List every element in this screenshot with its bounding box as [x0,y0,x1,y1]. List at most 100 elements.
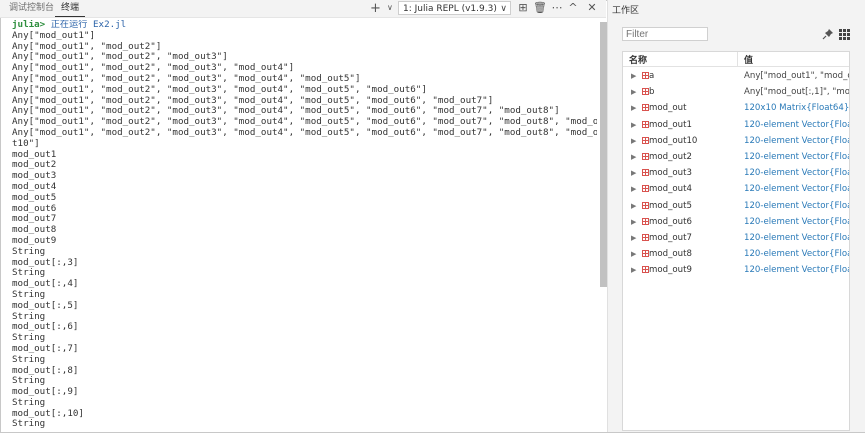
workspace-table: 名称 值 ▶ a Any["mod_out1", "mod_ou... ▶ b Any["… [622,51,850,431]
variable-value[interactable]: 120-element Vector{Float6... [744,214,849,230]
more-icon[interactable]: ⋯ [550,1,564,15]
terminal-output[interactable]: julia> 正在运行 Ex2.jl Any["mod_out1"] Any["m… [12,20,597,432]
tab-terminal[interactable]: 终端 [55,0,86,17]
table-row[interactable]: ▶ mod_out1 120-element Vector{Float6... [623,117,849,133]
terminal-line: mod_out7 [12,213,57,225]
terminal-line: String [12,288,46,300]
table-row[interactable]: ▶ mod_out9 120-element Vector{Float6... [623,262,849,278]
chevron-right-icon[interactable]: ▶ [631,214,636,230]
variable-value[interactable]: 120-element Vector{Float6... [744,198,849,214]
chevron-right-icon[interactable]: ▶ [631,262,636,278]
terminal-line: Any["mod_out1", "mod_out2", "mod_out3", … [12,83,427,95]
chevron-down-icon: ∨ [500,4,507,14]
variable-icon [642,120,649,128]
terminal-line: mod_out[:,7] [12,342,79,354]
terminal-line: String [12,375,46,387]
variable-icon [642,104,649,112]
table-row[interactable]: ▶ mod_out7 120-element Vector{Float6... [623,230,849,246]
chevron-right-icon[interactable]: ▶ [631,165,636,181]
chevron-right-icon[interactable]: ▶ [631,100,636,116]
variable-value[interactable]: 120-element Vector{Float6... [744,181,849,197]
filter-input[interactable] [622,27,708,41]
variable-value[interactable]: 120x10 Matrix{Float64} [744,100,849,116]
tab-debug-console[interactable]: 调试控制台 [3,0,60,17]
terminal-line: mod_out8 [12,224,57,236]
table-row[interactable]: ▶ mod_out5 120-element Vector{Float6... [623,198,849,214]
table-row[interactable]: ▶ mod_out10 120-element Vector{Float6... [623,133,849,149]
terminal-select-value: 1: Julia REPL (v1.9.3) [403,4,497,14]
variable-name: mod_out3 [649,168,692,179]
close-icon[interactable]: ✕ [585,1,599,15]
panel-tab-bar: 调试控制台 终端 + ∨ 1: Julia REPL (v1.9.3) ∨ ⊞ … [0,0,606,18]
terminal-line: t10"] [12,137,40,149]
variable-name: a [649,71,655,81]
terminal-line: String [12,396,46,408]
chevron-up-icon[interactable]: ^ [566,1,580,15]
terminal-line: String [12,245,46,257]
variable-name: mod_out [649,103,687,114]
column-divider[interactable] [737,52,738,66]
variable-value[interactable]: 120-element Vector{Float6... [744,262,849,278]
variable-name: mod_out6 [649,216,692,227]
terminal-line: mod_out9 [12,234,57,246]
chevron-right-icon[interactable]: ▶ [631,68,636,84]
variable-icon [642,201,649,209]
table-row[interactable]: ▶ mod_out2 120-element Vector{Float6... [623,149,849,165]
variable-icon [642,217,649,225]
terminal-line: String [12,332,46,344]
terminal-select[interactable]: 1: Julia REPL (v1.9.3) ∨ [398,1,511,15]
terminal-line: mod_out[:,4] [12,278,79,290]
table-row[interactable]: ▶ mod_out3 120-element Vector{Float6... [623,165,849,181]
variable-icon [642,153,649,160]
chevron-right-icon[interactable]: ▶ [631,133,636,149]
terminal-scrollbar[interactable] [600,22,607,287]
terminal-line: mod_out3 [12,170,57,182]
column-header-name[interactable]: 名称 [629,53,647,66]
chevron-right-icon[interactable]: ▶ [631,181,636,197]
chevron-right-icon[interactable]: ▶ [631,230,636,246]
terminal-line: mod_out2 [12,159,57,171]
panel-title: 工作区 [612,6,640,16]
terminal-line: String [12,418,46,430]
chevron-right-icon[interactable]: ▶ [631,246,636,262]
table-row[interactable]: ▶ mod_out4 120-element Vector{Float6... [623,181,849,197]
new-terminal-dropdown-icon[interactable]: ∨ [387,3,393,12]
grid-view-icon[interactable] [839,29,850,40]
variable-value[interactable]: 120-element Vector{Float6... [744,149,849,165]
table-row[interactable]: ▶ mod_out 120x10 Matrix{Float64} [623,100,849,116]
pin-icon[interactable] [822,28,834,40]
new-terminal-icon[interactable]: + [370,1,381,16]
table-row[interactable]: ▶ b Any["mod_out[:,1]", "mod_... [623,84,849,100]
chevron-right-icon[interactable]: ▶ [631,198,636,214]
variable-icon [642,136,649,144]
variable-icon [642,88,649,96]
table-row[interactable]: ▶ mod_out8 120-element Vector{Float6... [623,246,849,262]
terminal-line: mod_out[:,9] [12,386,79,398]
variable-name: mod_out1 [649,119,692,130]
variable-name: mod_out7 [649,233,692,243]
terminal-line: mod_out1 [12,148,57,160]
split-terminal-icon[interactable]: ⊞ [516,1,530,15]
variable-name: b [649,87,655,98]
variable-value[interactable]: 120-element Vector{Float6... [744,117,849,133]
table-row[interactable]: ▶ mod_out6 120-element Vector{Float6... [623,214,849,230]
variable-icon [642,72,649,79]
terminal-line: mod_out[:,10] [12,407,84,419]
running-status: 正在运行 Ex2.jl [45,20,127,30]
variable-value[interactable]: 120-element Vector{Float6... [744,230,849,246]
variable-value[interactable]: 120-element Vector{Float6... [744,165,849,181]
chevron-right-icon[interactable]: ▶ [631,149,636,165]
column-header-value[interactable]: 值 [744,53,753,66]
trash-icon[interactable]: 🗑 [533,1,547,15]
variable-name: mod_out10 [649,135,698,146]
variable-name: mod_out2 [649,152,692,162]
variable-name: mod_out4 [649,184,692,195]
variable-value[interactable]: 120-element Vector{Float6... [744,246,849,262]
chevron-right-icon[interactable]: ▶ [631,117,636,133]
workspace-panel: 工作区 名称 值 ▶ a Any["mod_out1", "mod_ou... ▶ b A… [607,0,865,432]
table-row[interactable]: ▶ a Any["mod_out1", "mod_ou... [623,68,849,84]
chevron-right-icon[interactable]: ▶ [631,84,636,100]
variable-value[interactable]: 120-element Vector{Float6... [744,133,849,149]
terminal-line: mod_out[:,3] [12,256,79,268]
variable-icon [642,234,649,241]
